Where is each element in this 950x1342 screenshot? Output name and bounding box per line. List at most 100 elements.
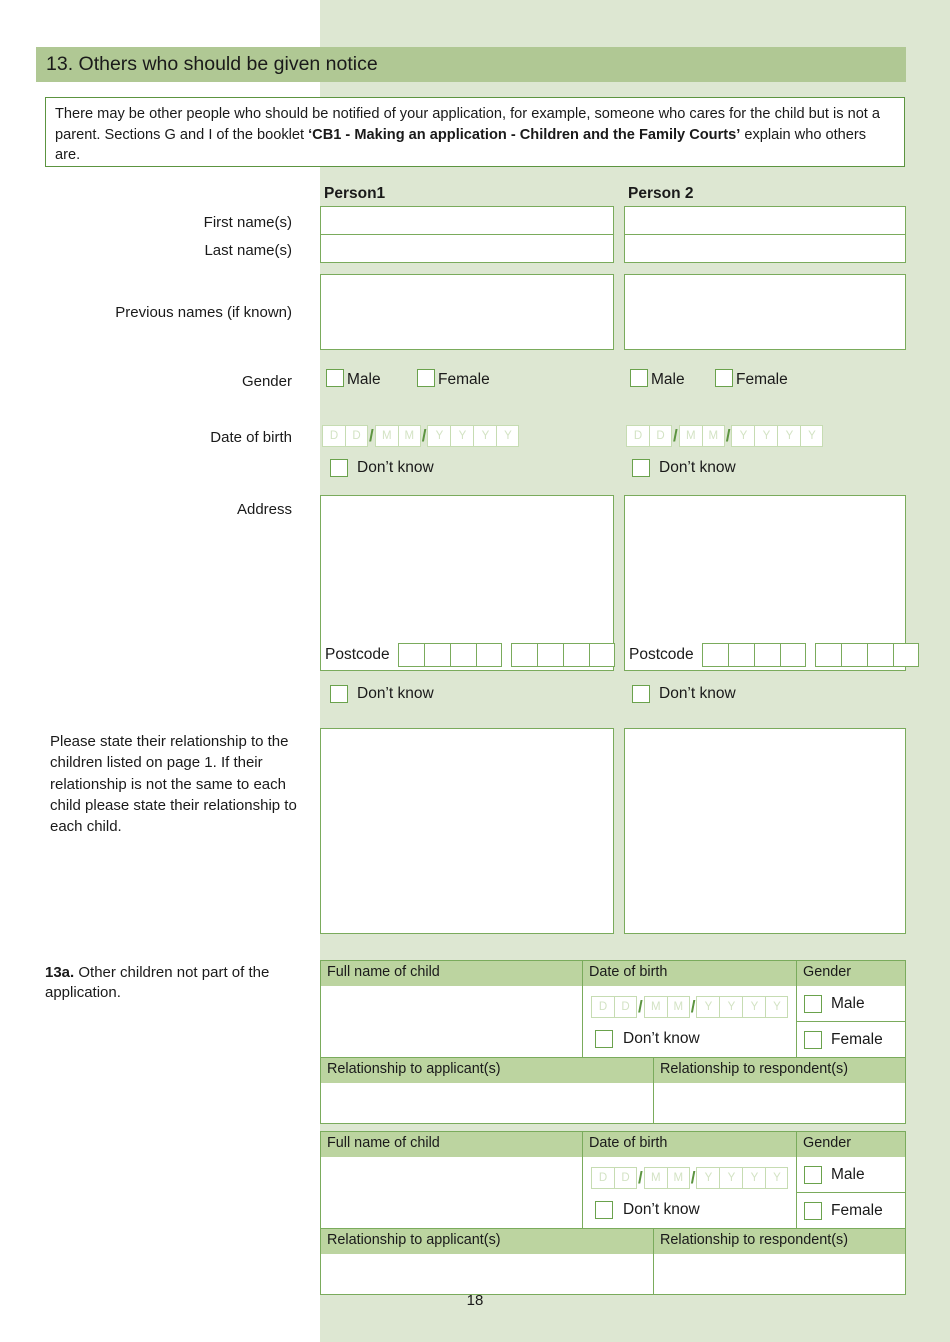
dob-year4[interactable]: Y [765, 996, 789, 1018]
dob-day-group[interactable]: D D [591, 1167, 637, 1189]
child-gender-female-2[interactable]: Female [797, 1193, 905, 1229]
dob-month1[interactable]: M [643, 1167, 667, 1189]
postcode-cell[interactable] [753, 643, 780, 667]
rel-respondent-input-2[interactable] [654, 1254, 906, 1295]
dob-month2-person1[interactable]: M [397, 425, 421, 447]
dob-year3-person2[interactable]: Y [777, 425, 801, 447]
postcode-cell[interactable] [423, 643, 450, 667]
postcode-outward-group-person1[interactable] [397, 643, 502, 667]
dob-month-group[interactable]: M M [643, 996, 690, 1018]
dob-day2[interactable]: D [614, 996, 637, 1018]
dob-day2[interactable]: D [614, 1167, 637, 1189]
last-name-input-person2[interactable] [624, 234, 906, 263]
dob-month-group-person1[interactable]: M M [374, 425, 421, 447]
date-of-birth-input-person2[interactable]: D D / M M / Y Y Y Y [626, 425, 824, 447]
postcode-cell[interactable] [397, 643, 424, 667]
dob-year3-person1[interactable]: Y [473, 425, 497, 447]
dob-dont-know-checkbox-person2[interactable] [632, 459, 650, 477]
gender-male-checkbox-person1[interactable] [326, 369, 344, 387]
child-dob-dont-know-checkbox-1[interactable] [595, 1030, 613, 1048]
dob-month1[interactable]: M [643, 996, 667, 1018]
gender-male-checkbox-person2[interactable] [630, 369, 648, 387]
dob-year1-person1[interactable]: Y [427, 425, 451, 447]
dob-year-group[interactable]: Y Y Y Y [696, 996, 789, 1018]
address-dont-know-checkbox-person2[interactable] [632, 685, 650, 703]
rel-applicant-input-1[interactable] [320, 1083, 654, 1124]
dob-year3[interactable]: Y [742, 996, 766, 1018]
postcode-cell[interactable] [562, 643, 589, 667]
previous-names-input-person2[interactable] [624, 274, 906, 350]
previous-names-input-person1[interactable] [320, 274, 614, 350]
child-gender-female-checkbox-2[interactable] [804, 1202, 822, 1220]
child-dob-input-2[interactable]: D D / M M / Y Y Y Y [591, 1167, 789, 1189]
dob-year1[interactable]: Y [696, 996, 720, 1018]
dob-day2-person1[interactable]: D [345, 425, 368, 447]
gender-female-checkbox-person2[interactable] [715, 369, 733, 387]
child-gender-male-checkbox-2[interactable] [804, 1165, 822, 1184]
dob-dont-know-checkbox-person1[interactable] [330, 459, 348, 477]
postcode-cell[interactable] [449, 643, 476, 667]
relationship-input-person1[interactable] [320, 728, 614, 934]
dob-month-group-person2[interactable]: M M [678, 425, 725, 447]
child-gender-male-2[interactable]: Male [797, 1157, 905, 1193]
child-dob-input-1[interactable]: D D / M M / Y Y Y Y [591, 996, 789, 1018]
dob-day-group-person2[interactable]: D D [626, 425, 672, 447]
dob-day1[interactable]: D [591, 1167, 614, 1189]
dob-year2-person1[interactable]: Y [450, 425, 474, 447]
postcode-cell[interactable] [588, 643, 615, 667]
postcode-cell[interactable] [510, 643, 537, 667]
dob-day1-person1[interactable]: D [322, 425, 345, 447]
dob-month-group[interactable]: M M [643, 1167, 690, 1189]
date-of-birth-input-person1[interactable]: D D / M M / Y Y Y Y [322, 425, 520, 447]
dob-year4-person2[interactable]: Y [800, 425, 824, 447]
dob-year2[interactable]: Y [719, 1167, 743, 1189]
child-gender-female-checkbox-1[interactable] [804, 1031, 822, 1049]
dob-month1-person2[interactable]: M [678, 425, 702, 447]
postcode-cell[interactable] [475, 643, 502, 667]
dob-day-group-person1[interactable]: D D [322, 425, 368, 447]
dob-year2-person2[interactable]: Y [754, 425, 778, 447]
child-gender-male-1[interactable]: Male [797, 986, 905, 1022]
postcode-cell[interactable] [701, 643, 728, 667]
dob-month2-person2[interactable]: M [701, 425, 725, 447]
dob-year-group-person1[interactable]: Y Y Y Y [427, 425, 520, 447]
postcode-cell[interactable] [840, 643, 867, 667]
dob-day-group[interactable]: D D [591, 996, 637, 1018]
gender-female-checkbox-person1[interactable] [417, 369, 435, 387]
dob-year4-person1[interactable]: Y [496, 425, 520, 447]
dob-year2[interactable]: Y [719, 996, 743, 1018]
rel-respondent-input-1[interactable] [654, 1083, 906, 1124]
dob-year1-person2[interactable]: Y [731, 425, 755, 447]
postcode-cell[interactable] [779, 643, 806, 667]
dob-year-group[interactable]: Y Y Y Y [696, 1167, 789, 1189]
postcode-inward-group-person2[interactable] [814, 643, 919, 667]
postcode-outward-group-person2[interactable] [701, 643, 806, 667]
dob-year1[interactable]: Y [696, 1167, 720, 1189]
child-full-name-input-2[interactable] [320, 1157, 583, 1229]
postcode-cell[interactable] [866, 643, 893, 667]
postcode-cell[interactable] [536, 643, 563, 667]
child-gender-male-checkbox-1[interactable] [804, 994, 822, 1013]
dob-month1-person1[interactable]: M [374, 425, 398, 447]
postcode-cell[interactable] [892, 643, 919, 667]
dob-day2-person2[interactable]: D [649, 425, 672, 447]
postcode-inward-group-person1[interactable] [510, 643, 615, 667]
address-dont-know-checkbox-person1[interactable] [330, 685, 348, 703]
dob-month2[interactable]: M [666, 996, 690, 1018]
postcode-cell[interactable] [814, 643, 841, 667]
dob-year-group-person2[interactable]: Y Y Y Y [731, 425, 824, 447]
first-name-input-person1[interactable] [320, 206, 614, 235]
child-dob-dont-know-checkbox-2[interactable] [595, 1201, 613, 1219]
dob-day1-person2[interactable]: D [626, 425, 649, 447]
child-full-name-input-1[interactable] [320, 986, 583, 1058]
rel-applicant-input-2[interactable] [320, 1254, 654, 1295]
dob-day1[interactable]: D [591, 996, 614, 1018]
relationship-input-person2[interactable] [624, 728, 906, 934]
last-name-input-person1[interactable] [320, 234, 614, 263]
first-name-input-person2[interactable] [624, 206, 906, 235]
dob-year4[interactable]: Y [765, 1167, 789, 1189]
dob-year3[interactable]: Y [742, 1167, 766, 1189]
postcode-cell[interactable] [727, 643, 754, 667]
dob-month2[interactable]: M [666, 1167, 690, 1189]
child-gender-female-1[interactable]: Female [797, 1022, 905, 1058]
